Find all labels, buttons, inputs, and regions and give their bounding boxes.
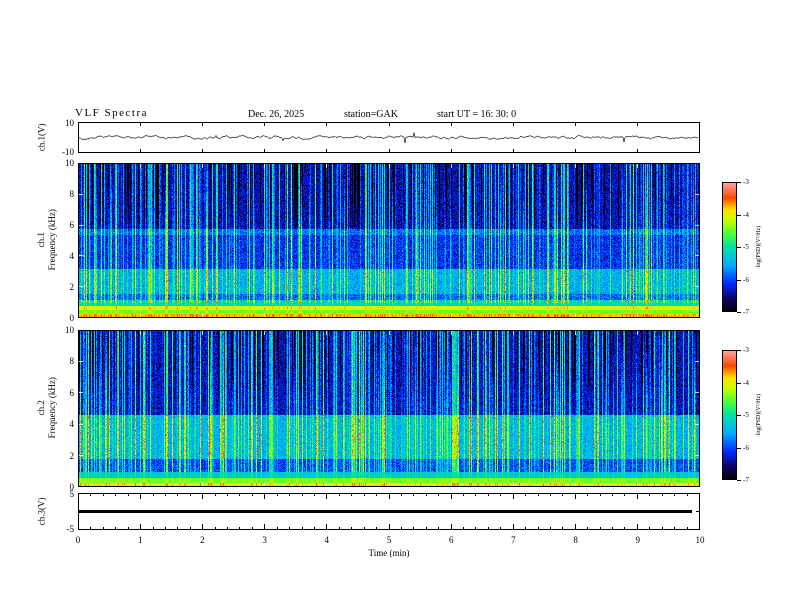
colorbar-tick-mark	[737, 280, 741, 281]
station-label: station=GAK	[344, 109, 398, 120]
colorbar-tick-label: -5	[743, 243, 749, 251]
colorbar-tick-label: -3	[743, 178, 749, 186]
colorbar-tick-mark	[737, 182, 741, 183]
start-ut-label: start UT = 16: 30: 0	[437, 109, 517, 120]
x-tick-label: 10	[695, 535, 705, 545]
x-tick-label: 8	[573, 535, 578, 545]
time-axis-label: Time (min)	[368, 548, 410, 558]
colorbar-tick-label: -5	[743, 411, 749, 419]
colorbar-tick-label: -7	[743, 476, 749, 484]
colorbar-tick-mark	[737, 350, 741, 351]
colorbar-tick-label: -3	[743, 346, 749, 354]
colorbar2-canvas	[722, 350, 737, 480]
x-tick-label: 4	[324, 535, 330, 545]
colorbar-tick-label: -4	[743, 210, 749, 219]
colorbar-tick-mark	[737, 215, 741, 216]
figure-title: VLF Spectra	[75, 107, 149, 119]
date-label: Dec. 26, 2025	[248, 109, 305, 120]
colorbar-tick-mark	[737, 312, 741, 313]
colorbar-tick-label: -6	[743, 443, 749, 452]
colorbar-tick-mark	[737, 448, 741, 449]
ch1-waveform-canvas	[78, 122, 700, 153]
ch3-waveform-canvas	[78, 493, 700, 530]
spec2-ytick-label: 4	[69, 419, 75, 430]
colorbar-tick-mark	[737, 415, 741, 416]
ch1-frequency-label: Frequency (kHz)	[46, 209, 57, 271]
wave-ytick-label: 10	[65, 118, 74, 128]
x-tick-label: 3	[262, 535, 267, 545]
spec1-ytick-label: 2	[69, 282, 75, 292]
colorbar-tick-label: -7	[743, 308, 749, 316]
x-tick-label: 2	[200, 535, 205, 545]
ch2-spectrogram-canvas	[78, 330, 700, 487]
x-tick-label: 7	[511, 535, 516, 545]
colorbar-tick-mark	[737, 247, 741, 248]
x-tick-label: 1	[137, 535, 143, 545]
colorbar1-canvas	[722, 182, 737, 312]
ch2-frequency-label: Frequency (kHz)	[46, 377, 57, 439]
colorbar-tick-label: -6	[743, 275, 749, 284]
colorbar-tick-mark	[737, 383, 741, 384]
ch2-channel-label: ch.2	[36, 400, 47, 416]
vlf-spectra-figure: VLF Spectra Dec. 26, 2025 station=GAK st…	[0, 0, 792, 612]
spec2-ytick-label: 6	[69, 387, 75, 398]
ch3-ytick-label: 5	[69, 489, 75, 499]
x-tick-label: 9	[635, 535, 641, 545]
spec1-ytick-label: 10	[65, 158, 74, 168]
ch1-channel-label: ch.1	[36, 232, 47, 248]
spec1-ytick-label: 4	[69, 251, 75, 261]
spec2-ytick-label: 2	[69, 450, 75, 461]
colorbar-tick-label: -4	[743, 378, 749, 387]
ch3-ytick-label: -5	[66, 524, 75, 534]
spec1-ytick-label: 8	[69, 189, 75, 199]
ch1-spectrogram-canvas	[78, 163, 700, 318]
x-tick-label: 0	[75, 535, 81, 545]
spec2-ytick-label: 10	[65, 325, 74, 335]
spec1-ytick-label: 6	[69, 220, 75, 230]
spec1-ytick-label: 0	[69, 313, 75, 323]
x-tick-label: 5	[386, 535, 392, 545]
spec2-ytick-label: 8	[69, 356, 75, 367]
wave-ytick-label: -10	[62, 147, 74, 157]
colorbar-tick-mark	[737, 480, 741, 481]
x-tick-label: 6	[448, 535, 454, 545]
